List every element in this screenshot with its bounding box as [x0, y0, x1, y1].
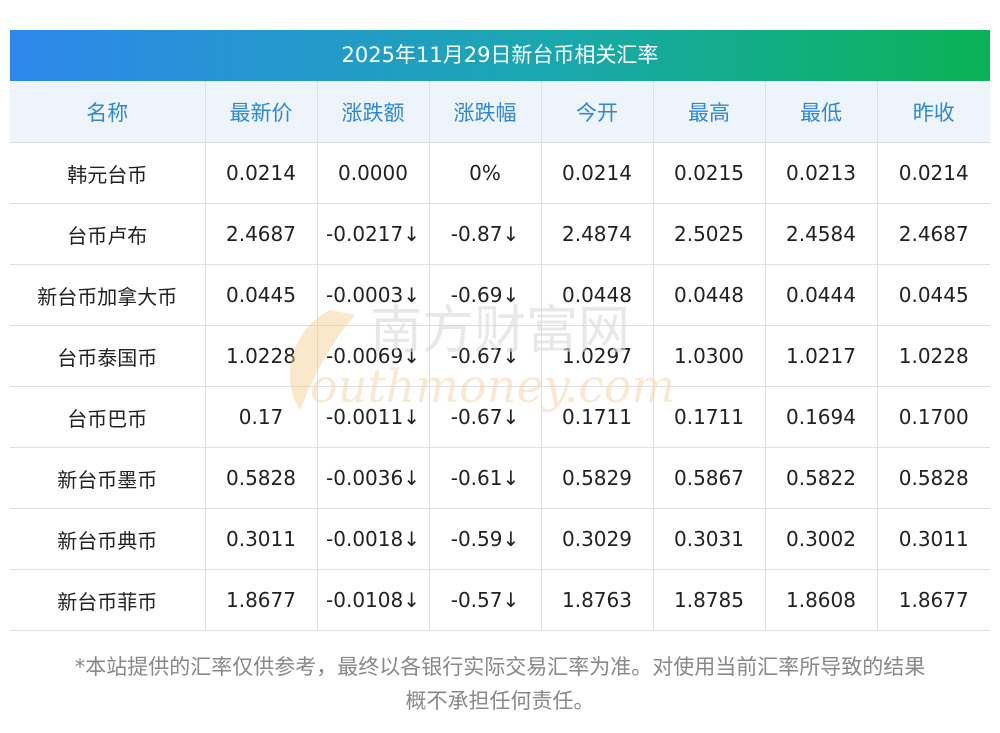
currency-pair-name: 新台币典币	[10, 508, 206, 570]
table-row: 新台币墨币 0.5828 -0.0036↓ -0.61↓ 0.5829 0.5867 0.5…	[10, 447, 990, 509]
latest-price: 1.0228	[205, 325, 318, 387]
table-row: 新台币菲币 1.8677 -0.0108↓ -0.57↓ 1.8763 1.8785 1.8…	[10, 569, 990, 631]
change-percent: 0%	[429, 142, 542, 204]
change-amount: -0.0018↓	[317, 508, 430, 570]
column-header-name: 名称	[10, 81, 206, 143]
currency-pair-name: 台币巴币	[10, 386, 206, 448]
high-price: 0.5867	[653, 447, 766, 509]
change-amount: -0.0217↓	[317, 203, 430, 265]
open-price: 1.0297	[541, 325, 654, 387]
table-row: 台币卢布 2.4687 -0.0217↓ -0.87↓ 2.4874 2.5025 2.45…	[10, 203, 990, 265]
change-amount: -0.0108↓	[317, 569, 430, 631]
low-price: 0.3002	[765, 508, 878, 570]
latest-price: 0.5828	[205, 447, 318, 509]
table-row: 台币泰国币 1.0228 -0.0069↓ -0.67↓ 1.0297 1.0300 1.0…	[10, 325, 990, 387]
currency-pair-name: 新台币菲币	[10, 569, 206, 631]
latest-price: 2.4687	[205, 203, 318, 265]
low-price: 2.4584	[765, 203, 878, 265]
change-percent: -0.87↓	[429, 203, 542, 265]
prev-close: 0.0445	[877, 264, 990, 326]
low-price: 0.1694	[765, 386, 878, 448]
column-header-change: 涨跌额	[317, 81, 430, 143]
table-row: 新台币加拿大币 0.0445 -0.0003↓ -0.69↓ 0.0448 0.0448 0…	[10, 264, 990, 326]
currency-pair-name: 新台币墨币	[10, 447, 206, 509]
latest-price: 1.8677	[205, 569, 318, 631]
high-price: 0.0215	[653, 142, 766, 204]
change-amount: -0.0011↓	[317, 386, 430, 448]
prev-close: 2.4687	[877, 203, 990, 265]
disclaimer: *本站提供的汇率仅供参考，最终以各银行实际交易汇率为准。对使用当前汇率所导致的结…	[10, 650, 990, 718]
disclaimer-line-2: 概不承担任何责任。	[405, 689, 595, 713]
table-header-row: 名称 最新价 涨跌额 涨跌幅 今开 最高 最低 昨收	[10, 81, 990, 143]
table-title: 2025年11月29日新台币相关汇率	[10, 30, 990, 81]
prev-close: 0.5828	[877, 447, 990, 509]
latest-price: 0.17	[205, 386, 318, 448]
column-header-low: 最低	[765, 81, 878, 143]
table-row: 新台币典币 0.3011 -0.0018↓ -0.59↓ 0.3029 0.3031 0.3…	[10, 508, 990, 570]
high-price: 2.5025	[653, 203, 766, 265]
exchange-rate-table: 名称 最新价 涨跌额 涨跌幅 今开 最高 最低 昨收 韩元台币 0.0214 0.0…	[10, 81, 990, 631]
column-header-prev-close: 昨收	[877, 81, 990, 143]
open-price: 1.8763	[541, 569, 654, 631]
currency-pair-name: 韩元台币	[10, 142, 206, 204]
high-price: 0.3031	[653, 508, 766, 570]
open-price: 0.5829	[541, 447, 654, 509]
high-price: 1.0300	[653, 325, 766, 387]
prev-close: 0.1700	[877, 386, 990, 448]
change-percent: -0.67↓	[429, 386, 542, 448]
change-percent: -0.57↓	[429, 569, 542, 631]
open-price: 0.1711	[541, 386, 654, 448]
open-price: 0.3029	[541, 508, 654, 570]
currency-pair-name: 台币泰国币	[10, 325, 206, 387]
column-header-latest: 最新价	[205, 81, 318, 143]
low-price: 1.0217	[765, 325, 878, 387]
high-price: 1.8785	[653, 569, 766, 631]
high-price: 0.1711	[653, 386, 766, 448]
prev-close: 1.8677	[877, 569, 990, 631]
change-amount: -0.0003↓	[317, 264, 430, 326]
column-header-change-pct: 涨跌幅	[429, 81, 542, 143]
change-percent: -0.69↓	[429, 264, 542, 326]
column-header-high: 最高	[653, 81, 766, 143]
prev-close: 1.0228	[877, 325, 990, 387]
change-amount: 0.0000	[317, 142, 430, 204]
low-price: 0.0444	[765, 264, 878, 326]
change-percent: -0.61↓	[429, 447, 542, 509]
change-percent: -0.59↓	[429, 508, 542, 570]
currency-pair-name: 台币卢布	[10, 203, 206, 265]
low-price: 0.5822	[765, 447, 878, 509]
table-row: 韩元台币 0.0214 0.0000 0% 0.0214 0.0215 0.0213 0.02…	[10, 142, 990, 204]
open-price: 0.0214	[541, 142, 654, 204]
latest-price: 0.3011	[205, 508, 318, 570]
open-price: 0.0448	[541, 264, 654, 326]
table-row: 台币巴币 0.17 -0.0011↓ -0.67↓ 0.1711 0.1711 0.1694…	[10, 386, 990, 448]
prev-close: 0.3011	[877, 508, 990, 570]
disclaimer-line-1: *本站提供的汇率仅供参考，最终以各银行实际交易汇率为准。对使用当前汇率所导致的结…	[74, 655, 926, 679]
change-percent: -0.67↓	[429, 325, 542, 387]
prev-close: 0.0214	[877, 142, 990, 204]
open-price: 2.4874	[541, 203, 654, 265]
latest-price: 0.0214	[205, 142, 318, 204]
latest-price: 0.0445	[205, 264, 318, 326]
change-amount: -0.0036↓	[317, 447, 430, 509]
low-price: 0.0213	[765, 142, 878, 204]
change-amount: -0.0069↓	[317, 325, 430, 387]
high-price: 0.0448	[653, 264, 766, 326]
low-price: 1.8608	[765, 569, 878, 631]
currency-pair-name: 新台币加拿大币	[10, 264, 206, 326]
column-header-open: 今开	[541, 81, 654, 143]
page: 2025年11月29日新台币相关汇率 名称 最新价 涨跌额 涨跌幅 今开 最高 …	[0, 0, 1000, 733]
